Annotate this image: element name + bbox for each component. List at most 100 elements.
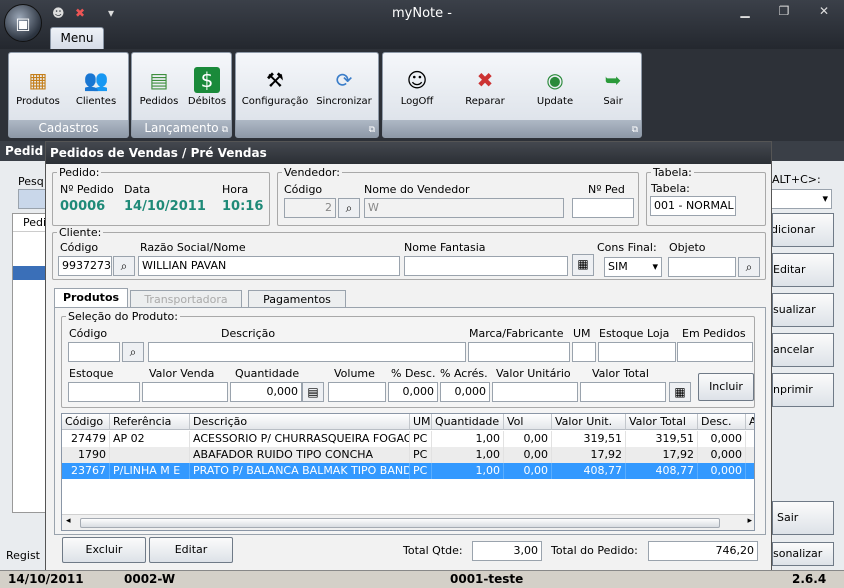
desc-input[interactable]: 0,000 bbox=[388, 382, 438, 402]
clientes-button[interactable]: 👥 Clientes bbox=[71, 67, 121, 107]
valor-unitario-input[interactable] bbox=[492, 382, 578, 402]
excluir-button[interactable]: Excluir bbox=[62, 537, 146, 563]
personalizar-button[interactable]: sonalizar bbox=[772, 542, 834, 566]
binoculars-icon[interactable]: ⌕ bbox=[113, 256, 135, 276]
razao-social-input[interactable]: WILLIAN PAVAN bbox=[138, 256, 400, 276]
background-search-input[interactable] bbox=[18, 189, 48, 209]
volume-input[interactable] bbox=[328, 382, 386, 402]
tabela-input[interactable]: 001 - NORMAL bbox=[650, 196, 736, 216]
pedido-fieldset: Pedido: bbox=[52, 166, 270, 226]
marca-input[interactable] bbox=[468, 342, 570, 362]
em-pedidos-input[interactable] bbox=[677, 342, 753, 362]
produtos-button[interactable]: ▦ Produtos bbox=[13, 67, 63, 107]
um-input[interactable] bbox=[572, 342, 596, 362]
nped-label: Nº Ped bbox=[588, 183, 625, 196]
incluir-button[interactable]: Incluir bbox=[698, 373, 754, 401]
nome-fantasia-input[interactable] bbox=[404, 256, 568, 276]
cancelar-button[interactable]: ancelar bbox=[772, 333, 834, 367]
group-launcher-icon[interactable]: ⧉ bbox=[632, 125, 638, 135]
quantidade-input[interactable]: 0,000 bbox=[230, 382, 302, 402]
sair-button[interactable]: ➥ Sair bbox=[589, 67, 637, 107]
cell-valor-unit: 17,92 bbox=[552, 447, 626, 463]
background-selected-row[interactable] bbox=[13, 266, 49, 280]
sincronizar-button[interactable]: ⟳ Sincronizar bbox=[310, 67, 378, 107]
acres-input[interactable]: 0,000 bbox=[440, 382, 490, 402]
estoque-loja-input[interactable] bbox=[598, 342, 676, 362]
objeto-input[interactable] bbox=[668, 257, 736, 277]
horizontal-scrollbar[interactable]: ◂ ▸ bbox=[62, 514, 754, 530]
produto-codigo-input[interactable] bbox=[68, 342, 120, 362]
adicionar-button[interactable]: dicionar bbox=[772, 213, 834, 247]
background-select[interactable]: ▾ bbox=[770, 189, 832, 209]
visualizar-button[interactable]: sualizar bbox=[772, 293, 834, 327]
pedidos-button[interactable]: ▤ Pedidos bbox=[136, 67, 182, 107]
cell-referencia: P/LINHA M E bbox=[110, 463, 190, 479]
hammer-icon: ⚒ bbox=[266, 68, 284, 92]
cliente-codigo-input[interactable]: 9937273 bbox=[58, 256, 112, 276]
total-pedido-label: Total do Pedido: bbox=[551, 544, 638, 557]
binoculars-icon[interactable]: ⌕ bbox=[122, 342, 144, 362]
estoque-input[interactable] bbox=[68, 382, 140, 402]
valor-venda-label: Valor Venda bbox=[149, 367, 215, 380]
table-row[interactable]: 1790 ABAFADOR RUIDO TIPO CONCHA PC 1,00 … bbox=[62, 447, 754, 463]
acres-label: % Acrés. bbox=[440, 367, 488, 380]
cons-final-select[interactable]: SIM ▾ bbox=[604, 257, 662, 277]
group-launcher-icon[interactable]: ⧉ bbox=[369, 125, 375, 135]
valor-unitario-label: Valor Unitário bbox=[496, 367, 571, 380]
valor-total-input[interactable] bbox=[580, 382, 666, 402]
calculator-icon[interactable]: ▦ bbox=[572, 254, 594, 276]
logoff-button[interactable]: ☺ LogOff bbox=[391, 67, 443, 107]
nome-fantasia-label: Nome Fantasia bbox=[404, 241, 486, 254]
col-referencia[interactable]: Referência bbox=[110, 414, 190, 430]
scroll-left-icon[interactable]: ◂ bbox=[66, 516, 71, 526]
scrollbar-thumb[interactable] bbox=[80, 518, 720, 528]
calculator-icon[interactable]: ▦ bbox=[669, 382, 691, 402]
background-search-label: Pesq bbox=[18, 175, 44, 188]
col-um[interactable]: UM bbox=[410, 414, 432, 430]
configuracao-button[interactable]: ⚒ Configuração bbox=[240, 67, 310, 107]
exit-icon: ➥ bbox=[604, 68, 622, 92]
table-row[interactable]: 27479 AP 02 ACESSORIO P/ CHURRASQUEIRA F… bbox=[62, 431, 754, 447]
valor-venda-input[interactable] bbox=[142, 382, 228, 402]
col-valor-total[interactable]: Valor Total bbox=[626, 414, 698, 430]
editar-button[interactable]: Editar bbox=[149, 537, 233, 563]
cell-codigo: 1790 bbox=[62, 447, 110, 463]
minimize-icon[interactable]: ▁ bbox=[733, 4, 757, 18]
group-launcher-icon[interactable]: ⧉ bbox=[222, 125, 228, 135]
num-pedido-label: Nº Pedido bbox=[60, 183, 114, 196]
col-vol[interactable]: Vol bbox=[504, 414, 552, 430]
col-valor-unit[interactable]: Valor Unit. bbox=[552, 414, 626, 430]
scroll-right-icon[interactable]: ▸ bbox=[747, 516, 752, 526]
tab-transportadora[interactable]: Transportadora bbox=[130, 290, 242, 308]
binoculars-icon[interactable]: ⌕ bbox=[338, 198, 360, 218]
col-codigo[interactable]: Código bbox=[62, 414, 110, 430]
binoculars-icon[interactable]: ⌕ bbox=[738, 257, 760, 277]
produto-descricao-input[interactable] bbox=[148, 342, 466, 362]
cell-referencia bbox=[110, 447, 190, 463]
col-desc[interactable]: Desc. bbox=[698, 414, 746, 430]
cell-valor-unit: 408,77 bbox=[552, 463, 626, 479]
update-button[interactable]: ◉ Update bbox=[529, 67, 581, 107]
nped-input[interactable] bbox=[572, 198, 634, 218]
col-descricao[interactable]: Descrição bbox=[190, 414, 410, 430]
vendedor-codigo-input[interactable]: 2 bbox=[284, 198, 336, 218]
maximize-icon[interactable]: ❐ bbox=[772, 4, 796, 18]
sair-background-button[interactable]: Sair bbox=[772, 501, 834, 535]
cell-vol: 0,00 bbox=[504, 447, 552, 463]
imprimir-button[interactable]: nprimir bbox=[772, 373, 834, 407]
close-window-icon[interactable]: ✕ bbox=[812, 4, 836, 18]
reparar-button[interactable]: ✖ Reparar bbox=[457, 67, 513, 107]
col-quantidade[interactable]: Quantidade bbox=[432, 414, 504, 430]
tab-menu[interactable]: Menu bbox=[50, 27, 104, 49]
col-a[interactable]: A bbox=[746, 414, 754, 430]
clients-icon: 👥 bbox=[83, 68, 109, 92]
tab-pagamentos[interactable]: Pagamentos bbox=[248, 290, 346, 308]
table-row-selected[interactable]: 23767 P/LINHA M E PRATO P/ BALANCA BALMA… bbox=[62, 463, 754, 479]
grid-picker-icon[interactable]: ▤ bbox=[302, 382, 324, 402]
debitos-button[interactable]: $ Débitos bbox=[184, 67, 230, 107]
tab-produtos[interactable]: Produtos bbox=[54, 288, 128, 308]
editar-background-button[interactable]: Editar bbox=[772, 253, 834, 287]
volume-label: Volume bbox=[334, 367, 375, 380]
vendedor-nome-input[interactable]: W bbox=[364, 198, 564, 218]
em-pedidos-label: Em Pedidos bbox=[682, 327, 746, 340]
